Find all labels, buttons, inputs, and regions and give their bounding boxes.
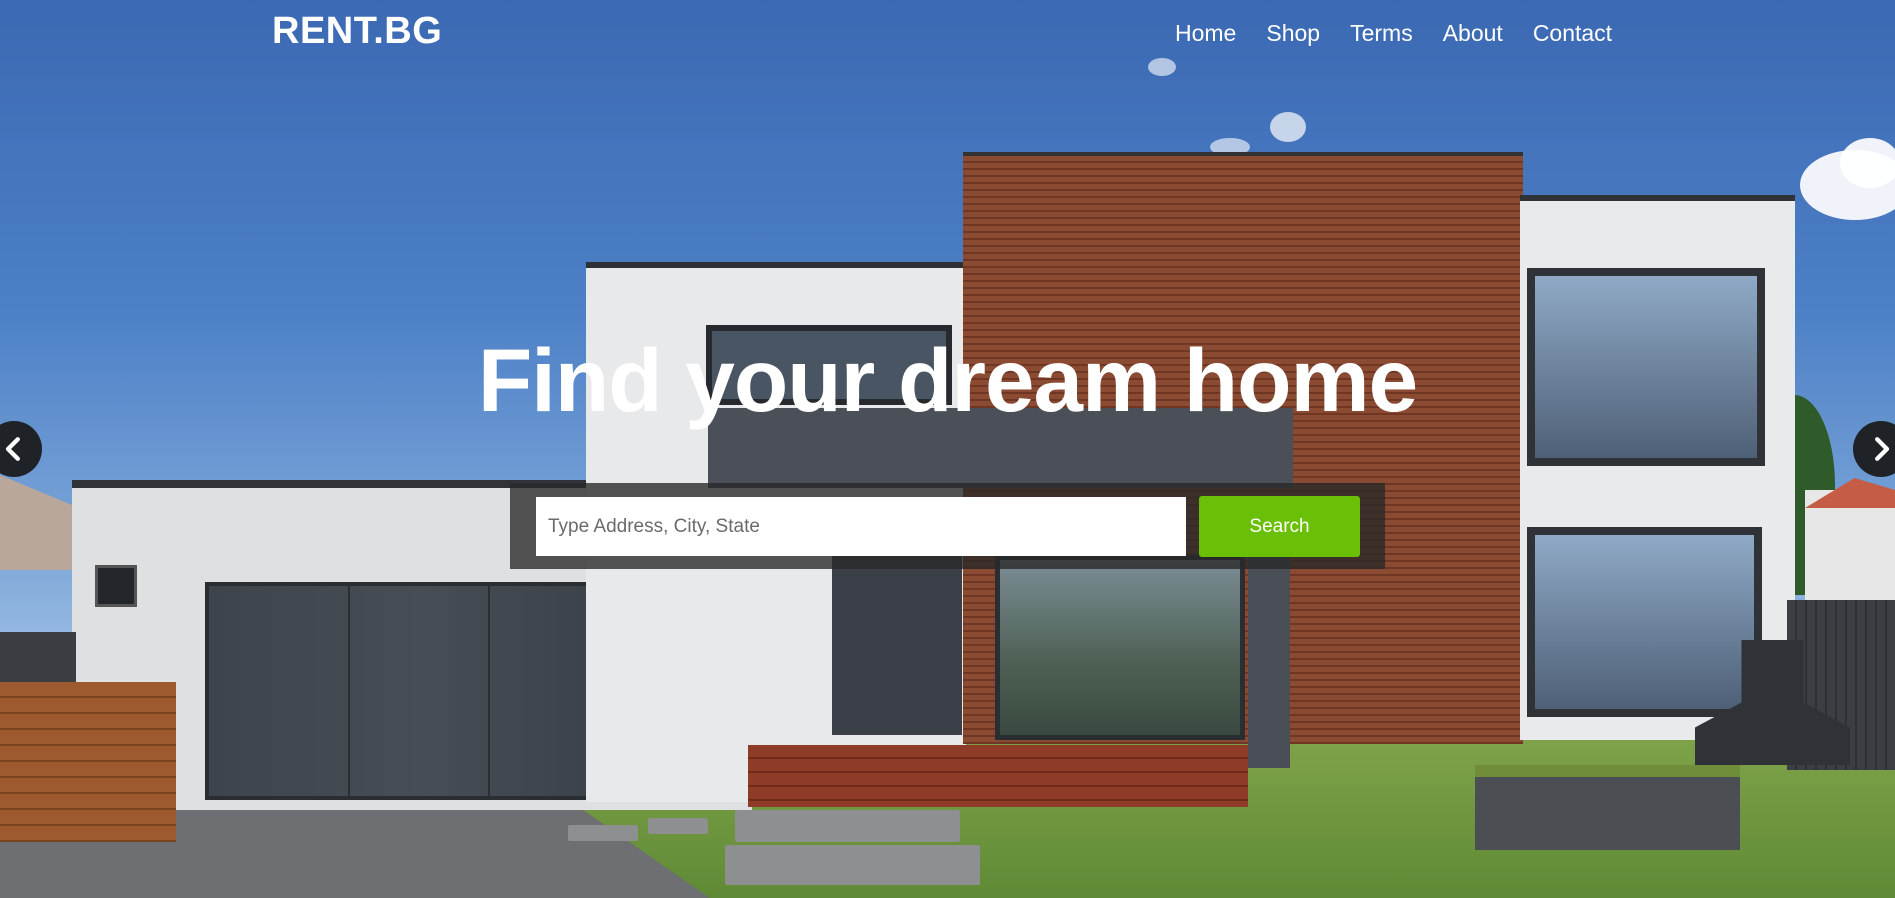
- cloud: [1270, 112, 1306, 142]
- wooden-gate: [0, 682, 176, 842]
- nav-terms-link[interactable]: Terms: [1335, 18, 1428, 48]
- main-nav: Home Shop Terms About Contact: [1160, 18, 1627, 48]
- site-logo[interactable]: RENT.BG: [272, 10, 442, 53]
- nav-contact-link[interactable]: Contact: [1518, 18, 1627, 48]
- neighbor-house-left: [0, 475, 80, 570]
- chevron-right-icon: [1875, 437, 1890, 461]
- garage-door: [205, 582, 635, 800]
- cloud: [1148, 58, 1176, 76]
- hero-background-image: [0, 0, 1895, 898]
- entry-deck: [748, 745, 1248, 807]
- search-input[interactable]: [536, 497, 1186, 556]
- nav-home-link[interactable]: Home: [1160, 18, 1251, 48]
- cloud: [1840, 138, 1895, 188]
- fence: [0, 632, 76, 684]
- search-button[interactable]: Search: [1199, 496, 1360, 557]
- front-door: [832, 555, 962, 735]
- stepping-stone: [735, 810, 960, 842]
- facade-pillar: [1248, 540, 1290, 768]
- glass-wall: [995, 555, 1245, 740]
- hero-headline: Find your dream home: [477, 330, 1418, 430]
- nav-about-link[interactable]: About: [1428, 18, 1518, 48]
- nav-shop-link[interactable]: Shop: [1251, 18, 1335, 48]
- planter-box: [1475, 765, 1740, 850]
- stepping-stone: [725, 845, 980, 885]
- right-lower-window: [1527, 527, 1762, 717]
- chevron-left-icon: [5, 437, 20, 461]
- wall-lamp: [95, 565, 137, 607]
- stepping-stone: [648, 818, 708, 834]
- stepping-stone: [568, 825, 638, 841]
